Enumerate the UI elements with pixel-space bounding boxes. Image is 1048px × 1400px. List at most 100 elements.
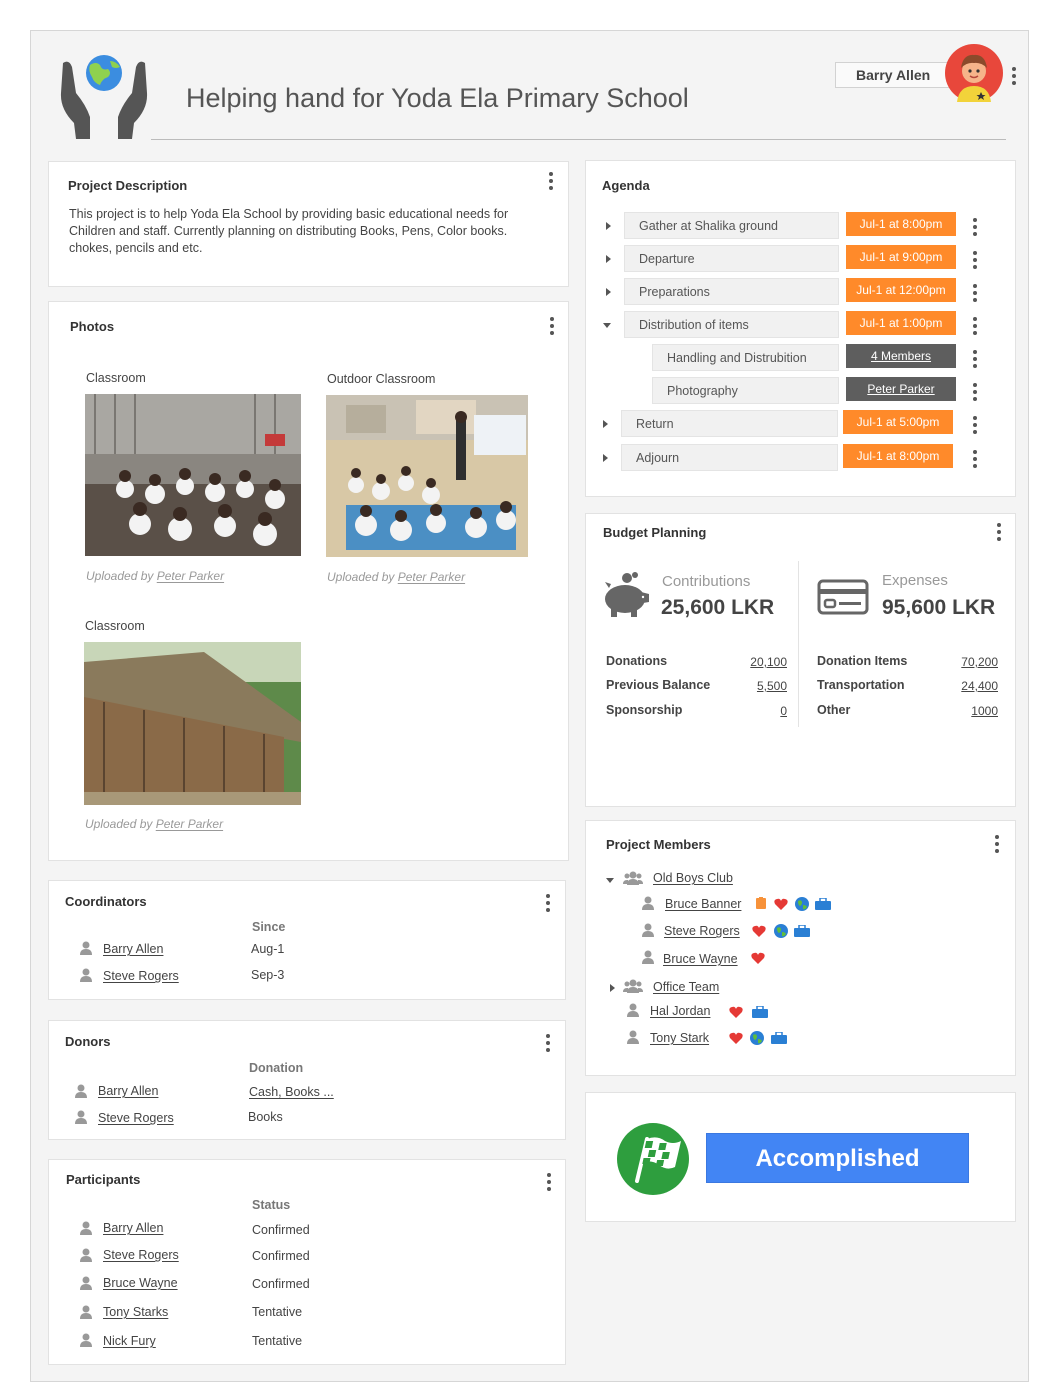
card-title: Budget Planning xyxy=(603,525,707,540)
uploader-link[interactable]: Peter Parker xyxy=(156,817,223,831)
expense-row-label: Other xyxy=(817,703,851,717)
contribution-row-value[interactable]: 0 xyxy=(726,704,787,718)
participant-name-link[interactable]: Tony Starks xyxy=(103,1305,168,1319)
expense-row-value[interactable]: 1000 xyxy=(926,704,998,718)
agenda-item[interactable]: Gather at Shalika ground xyxy=(624,212,839,239)
agenda-item-menu-icon[interactable] xyxy=(972,218,978,236)
agenda-item-menu-icon[interactable] xyxy=(972,450,978,468)
card-menu-icon[interactable] xyxy=(546,1173,552,1191)
expand-arrow-icon[interactable] xyxy=(603,454,608,462)
agenda-item[interactable]: Return xyxy=(621,410,838,437)
accomplished-button[interactable]: Accomplished xyxy=(706,1133,969,1183)
coordinator-name-link[interactable]: Steve Rogers xyxy=(103,969,179,983)
participant-name-link[interactable]: Steve Rogers xyxy=(103,1248,179,1262)
classroom-photo[interactable] xyxy=(85,394,301,556)
person-icon xyxy=(75,1110,87,1124)
expand-arrow-icon[interactable] xyxy=(610,984,615,992)
photo-caption: Classroom xyxy=(85,619,145,633)
participant-name-link[interactable]: Nick Fury xyxy=(103,1334,156,1348)
agenda-subitem[interactable]: Photography xyxy=(652,377,839,404)
member-name-link[interactable]: Tony Stark xyxy=(650,1031,709,1045)
globe-icon xyxy=(795,897,809,911)
header-menu-icon[interactable] xyxy=(1011,67,1017,85)
donor-name-link[interactable]: Steve Rogers xyxy=(98,1111,174,1125)
agenda-time-badge[interactable]: Jul-1 at 9:00pm xyxy=(846,245,956,269)
participant-status: Confirmed xyxy=(252,1277,310,1291)
card-title: Agenda xyxy=(602,178,650,193)
participant-name-link[interactable]: Bruce Wayne xyxy=(103,1276,178,1290)
agenda-item-menu-icon[interactable] xyxy=(972,251,978,269)
collapse-arrow-icon[interactable] xyxy=(606,878,614,883)
card-menu-icon[interactable] xyxy=(996,523,1002,541)
card-menu-icon[interactable] xyxy=(545,894,551,912)
contribution-row-value[interactable]: 5,500 xyxy=(726,679,787,693)
donor-name-link[interactable]: Barry Allen xyxy=(98,1084,158,1098)
agenda-time-badge[interactable]: Jul-1 at 8:00pm xyxy=(843,444,953,468)
uploader-link[interactable]: Peter Parker xyxy=(398,570,465,584)
user-avatar[interactable] xyxy=(945,44,1003,102)
uploader-link[interactable]: Peter Parker xyxy=(157,569,224,583)
participant-status: Tentative xyxy=(252,1305,303,1319)
classroom-hut-photo[interactable] xyxy=(84,642,301,805)
members-count-badge[interactable]: 4 Members xyxy=(846,344,956,368)
expand-arrow-icon[interactable] xyxy=(603,420,608,428)
expense-row-value[interactable]: 24,400 xyxy=(926,679,998,693)
briefcase-icon xyxy=(794,925,810,937)
agenda-time-badge[interactable]: Jul-1 at 8:00pm xyxy=(846,212,956,236)
agenda-item-menu-icon[interactable] xyxy=(972,284,978,302)
group-name-link[interactable]: Office Team xyxy=(653,980,719,994)
contributions-amount: 25,600 LKR xyxy=(661,596,775,619)
person-icon xyxy=(80,1276,92,1290)
agenda-item[interactable]: Departure xyxy=(624,245,839,272)
expense-row-label: Donation Items xyxy=(817,654,908,668)
globe-icon xyxy=(774,924,788,938)
expand-arrow-icon[interactable] xyxy=(606,288,611,296)
agenda-item-menu-icon[interactable] xyxy=(972,383,978,401)
expand-arrow-icon[interactable] xyxy=(606,222,611,230)
group-icon xyxy=(623,871,643,885)
card-menu-icon[interactable] xyxy=(548,172,554,190)
agenda-card: Agenda Gather at Shalika ground Jul-1 at… xyxy=(585,160,1016,497)
agenda-subitem[interactable]: Handling and Distrubition xyxy=(652,344,839,371)
card-menu-icon[interactable] xyxy=(994,835,1000,853)
expense-row-value[interactable]: 70,200 xyxy=(926,655,998,669)
expenses-label: Expenses xyxy=(882,572,948,589)
card-title: Project Description xyxy=(68,178,188,193)
agenda-item[interactable]: Adjourn xyxy=(621,444,838,471)
collapse-arrow-icon[interactable] xyxy=(603,323,611,328)
photo-uploaded-by: Uploaded by Peter Parker xyxy=(86,569,224,583)
member-name-link[interactable]: Hal Jordan xyxy=(650,1004,710,1018)
contribution-row-value[interactable]: 20,100 xyxy=(726,655,787,669)
expand-arrow-icon[interactable] xyxy=(606,255,611,263)
card-menu-icon[interactable] xyxy=(545,1034,551,1052)
column-header: Donation xyxy=(249,1061,304,1075)
card-menu-icon[interactable] xyxy=(549,317,555,335)
donation-link[interactable]: Cash, Books ... xyxy=(249,1085,334,1099)
person-icon xyxy=(80,941,92,955)
group-name-link[interactable]: Old Boys Club xyxy=(653,871,733,885)
agenda-time-badge[interactable]: Jul-1 at 5:00pm xyxy=(843,410,953,434)
coordinators-card: Coordinators Since Barry Allen Aug-1 Ste… xyxy=(48,880,566,1000)
person-icon xyxy=(642,950,654,964)
agenda-item-menu-icon[interactable] xyxy=(972,317,978,335)
agenda-time-badge[interactable]: Jul-1 at 1:00pm xyxy=(846,311,956,335)
participant-status: Tentative xyxy=(252,1334,303,1348)
agenda-item-menu-icon[interactable] xyxy=(972,350,978,368)
member-name-link[interactable]: Bruce Wayne xyxy=(663,952,738,966)
contribution-row-label: Donations xyxy=(606,654,668,668)
heart-icon xyxy=(729,1032,743,1044)
member-name-link[interactable]: Bruce Banner xyxy=(665,897,741,911)
agenda-item[interactable]: Preparations xyxy=(624,278,839,305)
contribution-row-label: Sponsorship xyxy=(606,703,683,717)
participant-name-link[interactable]: Barry Allen xyxy=(103,1221,163,1235)
member-name-link[interactable]: Steve Rogers xyxy=(664,924,740,938)
description-text-line: chokes, pencils and etc. xyxy=(69,241,203,255)
assignee-badge[interactable]: Peter Parker xyxy=(846,377,956,401)
outdoor-classroom-photo[interactable] xyxy=(326,395,528,557)
agenda-time-badge[interactable]: Jul-1 at 12:00pm xyxy=(846,278,956,302)
agenda-item[interactable]: Distribution of items xyxy=(624,311,839,338)
coordinator-name-link[interactable]: Barry Allen xyxy=(103,942,163,956)
project-members-card: Project Members Old Boys Club Bruce Bann… xyxy=(585,820,1016,1076)
agenda-item-menu-icon[interactable] xyxy=(972,416,978,434)
budget-planning-card: Budget Planning Contributions 25,600 LKR… xyxy=(585,513,1016,807)
